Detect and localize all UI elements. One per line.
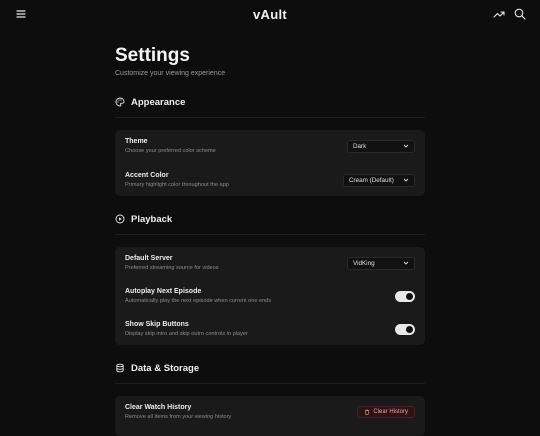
accent-description: Primary highlight color throughout the a… (125, 182, 229, 188)
theme-description: Choose your preferred color scheme (125, 148, 216, 154)
autoplay-description: Automatically play the next episode when… (125, 298, 272, 304)
theme-row: Theme Choose your preferred color scheme… (125, 137, 415, 155)
top-bar: vAult (0, 0, 540, 28)
chevron-down-icon (403, 143, 409, 149)
trending-icon[interactable] (492, 7, 506, 21)
accent-select-value: Cream (Default) (349, 176, 394, 184)
toggle-knob (406, 325, 413, 333)
search-icon[interactable] (513, 7, 527, 21)
appearance-card: Theme Choose your preferred color scheme… (115, 130, 425, 196)
brand-logo[interactable]: vAult (253, 7, 287, 22)
server-description: Preferred streaming source for videos (125, 265, 219, 271)
storage-section: Data & Storage Clear Watch History Remov… (115, 361, 425, 436)
theme-select[interactable]: Dark (347, 139, 415, 153)
divider (115, 117, 425, 118)
database-icon (115, 363, 125, 373)
divider (115, 234, 425, 235)
play-circle-icon (115, 214, 125, 224)
history-label: Clear Watch History (125, 404, 192, 411)
autoplay-label: Autoplay Next Episode (125, 288, 202, 295)
autoplay-toggle[interactable] (395, 290, 415, 302)
storage-card: Clear Watch History Remove all items fro… (115, 396, 425, 436)
server-row: Default Server Preferred streaming sourc… (125, 254, 415, 272)
appearance-title: Appearance (131, 96, 186, 108)
divider (115, 383, 425, 384)
appearance-section: Appearance Theme Choose your preferred c… (115, 95, 425, 196)
chevron-down-icon (403, 260, 409, 266)
playback-section: Playback Default Server Preferred stream… (115, 212, 425, 345)
page-subtitle: Customize your viewing experience (115, 70, 226, 77)
accent-label: Accent Color (125, 172, 169, 179)
history-description: Remove all items from your viewing histo… (125, 414, 232, 420)
server-label: Default Server (125, 255, 173, 262)
playback-header: Playback (115, 212, 425, 226)
skip-row: Show Skip Buttons Display skip intro and… (125, 320, 415, 338)
skip-toggle[interactable] (395, 323, 415, 335)
page-title: Settings (115, 45, 190, 66)
theme-select-value: Dark (353, 142, 367, 150)
trash-icon (364, 409, 370, 415)
clear-history-label: Clear History (373, 409, 408, 415)
playback-card: Default Server Preferred streaming sourc… (115, 247, 425, 345)
skip-description: Display skip intro and skip outro contro… (125, 331, 248, 337)
appearance-header: Appearance (115, 95, 425, 109)
server-select-value: VidKing (353, 259, 375, 267)
accent-row: Accent Color Primary highlight color thr… (125, 171, 415, 189)
toggle-knob (406, 292, 413, 300)
storage-title: Data & Storage (131, 362, 200, 374)
clear-history-button[interactable]: Clear History (357, 406, 415, 418)
autoplay-row: Autoplay Next Episode Automatically play… (125, 287, 415, 305)
settings-content: Settings Customize your viewing experien… (115, 44, 425, 436)
theme-label: Theme (125, 138, 148, 145)
playback-title: Playback (131, 213, 173, 225)
history-row: Clear Watch History Remove all items fro… (125, 403, 415, 421)
server-select[interactable]: VidKing (347, 256, 415, 270)
menu-icon[interactable] (14, 7, 28, 21)
accent-select[interactable]: Cream (Default) (343, 173, 415, 187)
storage-header: Data & Storage (115, 361, 425, 375)
palette-icon (115, 97, 125, 107)
chevron-down-icon (403, 177, 409, 183)
skip-label: Show Skip Buttons (125, 321, 189, 328)
